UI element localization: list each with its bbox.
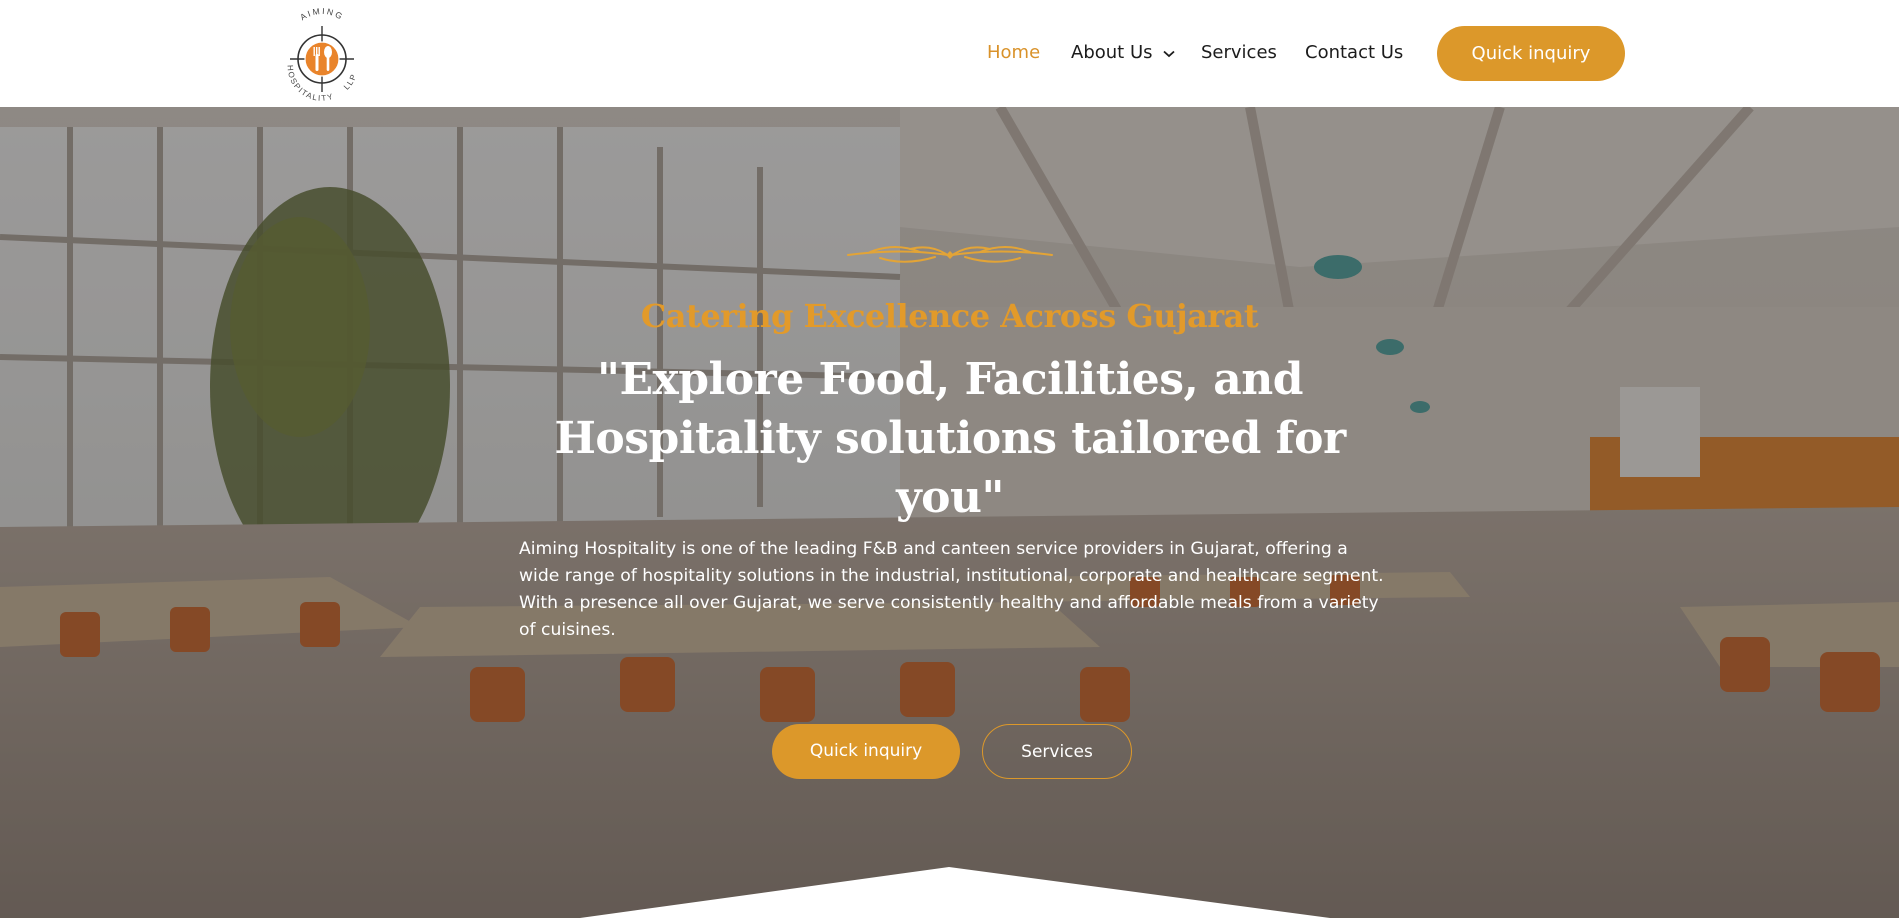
- hero-section: Catering Excellence Across Gujarat "Expl…: [0, 107, 1899, 918]
- nav-services[interactable]: Services: [1201, 41, 1277, 65]
- hero-quick-inquiry-button[interactable]: Quick inquiry: [772, 724, 960, 779]
- wheat-ornament-icon: [847, 246, 1053, 263]
- nav-about-us-label: About Us: [1071, 42, 1153, 63]
- hero-tagline: Catering Excellence Across Gujarat: [640, 297, 1259, 335]
- site-header: AIMING HOSPITALITY LLP Home About Us Ser…: [0, 0, 1899, 107]
- header-quick-inquiry-button[interactable]: Quick inquiry: [1437, 26, 1625, 81]
- hero-services-button[interactable]: Services: [982, 724, 1132, 779]
- hero-description: Aiming Hospitality is one of the leading…: [519, 536, 1389, 644]
- nav-home[interactable]: Home: [987, 41, 1040, 65]
- nav-contact-us[interactable]: Contact Us: [1305, 41, 1403, 65]
- chevron-down-icon: [1162, 41, 1175, 65]
- hero-description-paragraph-2: With a presence all over Gujarat, we ser…: [519, 593, 1379, 640]
- hero-headline: "Explore Food, Facilities, and Hospitali…: [554, 354, 1346, 523]
- nav-about-us[interactable]: About Us: [1071, 41, 1175, 65]
- hero-description-paragraph-1: Aiming Hospitality is one of the leading…: [519, 539, 1384, 586]
